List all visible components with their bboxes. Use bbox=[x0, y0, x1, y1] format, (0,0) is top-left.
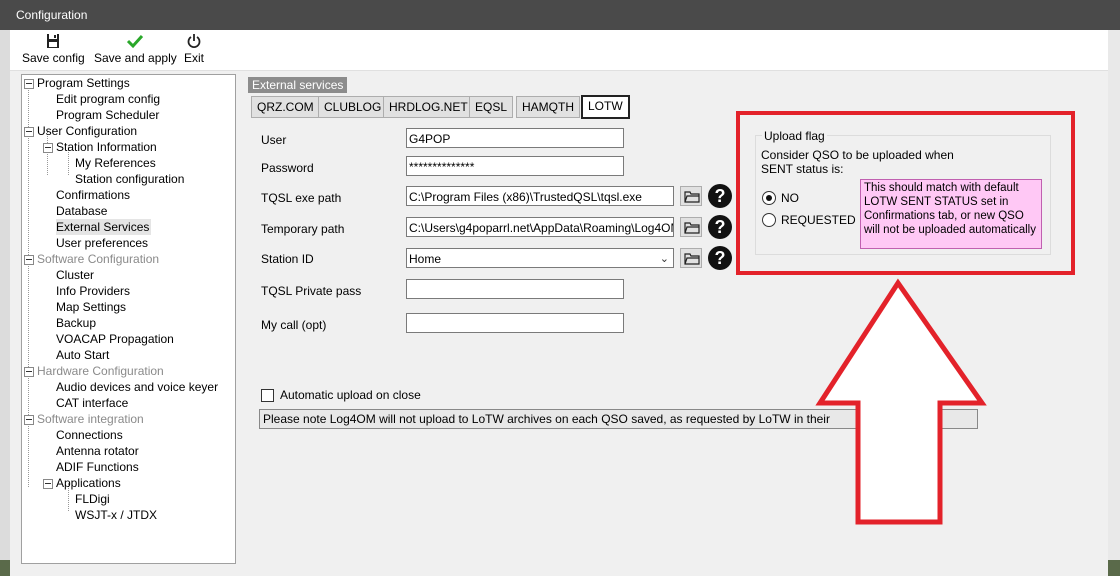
tree-edit-program-config[interactable]: Edit program config bbox=[56, 91, 160, 107]
tree-cat-interface[interactable]: CAT interface bbox=[56, 395, 128, 411]
annotation-highlight-box bbox=[736, 111, 1075, 275]
collapse-toggle[interactable] bbox=[24, 79, 34, 89]
tree-user-configuration[interactable]: User Configuration bbox=[37, 123, 137, 139]
tree-my-references[interactable]: My References bbox=[75, 155, 156, 171]
tree-program-settings[interactable]: Program Settings bbox=[37, 75, 130, 91]
exit-label: Exit bbox=[184, 51, 205, 65]
tree-hardware-configuration[interactable]: Hardware Configuration bbox=[37, 363, 164, 379]
tab-clublog[interactable]: CLUBLOG bbox=[318, 96, 388, 118]
tree-wsjt-jtdx[interactable]: WSJT-x / JTDX bbox=[75, 507, 157, 523]
station-id-browse-button[interactable] bbox=[680, 248, 702, 268]
temp-path-help-icon[interactable]: ? bbox=[708, 215, 732, 239]
tree-fldigi[interactable]: FLDigi bbox=[75, 491, 110, 507]
folder-icon bbox=[684, 222, 700, 234]
tree-antenna-rotator[interactable]: Antenna rotator bbox=[56, 443, 139, 459]
station-id-help-icon[interactable]: ? bbox=[708, 246, 732, 270]
tree-adif-functions[interactable]: ADIF Functions bbox=[56, 459, 139, 475]
tree-guide bbox=[28, 87, 29, 487]
tree-info-providers[interactable]: Info Providers bbox=[56, 283, 130, 299]
tree-auto-start[interactable]: Auto Start bbox=[56, 347, 109, 363]
settings-tree: Program Settings Edit program config Pro… bbox=[21, 74, 236, 564]
tqsl-exe-input[interactable]: C:\Program Files (x86)\TrustedQSL\tqsl.e… bbox=[406, 186, 674, 206]
temp-path-label: Temporary path bbox=[261, 222, 345, 236]
tree-software-integration[interactable]: Software integration bbox=[37, 411, 144, 427]
tab-qrz[interactable]: QRZ.COM bbox=[251, 96, 320, 118]
my-call-input[interactable] bbox=[406, 313, 624, 333]
collapse-toggle[interactable] bbox=[24, 367, 34, 377]
user-input[interactable]: G4POP bbox=[406, 128, 624, 148]
tree-audio-devices[interactable]: Audio devices and voice keyer bbox=[56, 379, 218, 395]
floppy-disk-icon bbox=[47, 34, 60, 48]
station-id-select[interactable]: Home ⌄ bbox=[406, 248, 674, 268]
tree-connections[interactable]: Connections bbox=[56, 427, 123, 443]
temp-path-input[interactable]: C:\Users\g4poparrl.net\AppData\Roaming\L… bbox=[406, 217, 674, 237]
password-label: Password bbox=[261, 161, 314, 175]
collapse-toggle[interactable] bbox=[24, 415, 34, 425]
folder-icon bbox=[684, 253, 700, 265]
collapse-toggle[interactable] bbox=[24, 255, 34, 265]
tab-hrdlog[interactable]: HRDLOG.NET bbox=[383, 96, 474, 118]
tqsl-pass-input[interactable] bbox=[406, 279, 624, 299]
power-icon bbox=[187, 34, 201, 48]
tree-station-information[interactable]: Station Information bbox=[56, 139, 157, 155]
toolbar: Save config Save and apply Exit bbox=[10, 30, 1108, 71]
lotw-notice: Please note Log4OM will not upload to Lo… bbox=[259, 409, 978, 429]
tree-cluster[interactable]: Cluster bbox=[56, 267, 94, 283]
temp-path-browse-button[interactable] bbox=[680, 217, 702, 237]
collapse-toggle[interactable] bbox=[24, 127, 34, 137]
collapse-toggle[interactable] bbox=[43, 143, 53, 153]
station-id-label: Station ID bbox=[261, 252, 314, 266]
tqsl-pass-label: TQSL Private pass bbox=[261, 284, 362, 298]
my-call-label: My call (opt) bbox=[261, 318, 327, 332]
checkmark-icon bbox=[127, 34, 144, 49]
tree-user-preferences[interactable]: User preferences bbox=[56, 235, 148, 251]
tree-confirmations[interactable]: Confirmations bbox=[56, 187, 130, 203]
tree-database[interactable]: Database bbox=[56, 203, 107, 219]
auto-upload-checkbox[interactable] bbox=[261, 389, 274, 402]
user-label: User bbox=[261, 133, 287, 147]
tree-software-configuration[interactable]: Software Configuration bbox=[37, 251, 159, 267]
tree-external-services[interactable]: External Services bbox=[56, 219, 152, 235]
background-app-right-edge bbox=[1108, 30, 1120, 576]
save-and-apply-label: Save and apply bbox=[94, 51, 177, 65]
station-id-value: Home bbox=[409, 252, 442, 266]
tree-voacap-propagation[interactable]: VOACAP Propagation bbox=[56, 331, 174, 347]
save-config-label: Save config bbox=[22, 51, 85, 65]
tree-map-settings[interactable]: Map Settings bbox=[56, 299, 126, 315]
tab-hamqth[interactable]: HAMQTH bbox=[516, 96, 580, 118]
exit-button[interactable]: Exit bbox=[184, 33, 204, 65]
tqsl-exe-browse-button[interactable] bbox=[680, 186, 702, 206]
collapse-toggle[interactable] bbox=[43, 479, 53, 489]
password-input[interactable]: ************** bbox=[406, 156, 624, 176]
chevron-down-icon: ⌄ bbox=[659, 253, 669, 265]
window-titlebar[interactable]: Configuration bbox=[0, 0, 1120, 30]
tree-station-configuration[interactable]: Station configuration bbox=[75, 171, 184, 187]
tqsl-exe-label: TQSL exe path bbox=[261, 191, 342, 205]
tree-program-scheduler[interactable]: Program Scheduler bbox=[56, 107, 159, 123]
section-title: External services bbox=[248, 77, 348, 93]
tab-lotw[interactable]: LOTW bbox=[581, 95, 630, 119]
window-title: Configuration bbox=[16, 8, 88, 22]
tqsl-exe-help-icon[interactable]: ? bbox=[708, 184, 732, 208]
tab-eqsl[interactable]: EQSL bbox=[469, 96, 514, 118]
save-and-apply-button[interactable]: Save and apply bbox=[94, 33, 177, 65]
tree-backup[interactable]: Backup bbox=[56, 315, 96, 331]
save-config-button[interactable]: Save config bbox=[22, 33, 85, 65]
folder-icon bbox=[684, 191, 700, 203]
auto-upload-label: Automatic upload on close bbox=[280, 388, 421, 402]
tree-applications[interactable]: Applications bbox=[56, 475, 121, 491]
